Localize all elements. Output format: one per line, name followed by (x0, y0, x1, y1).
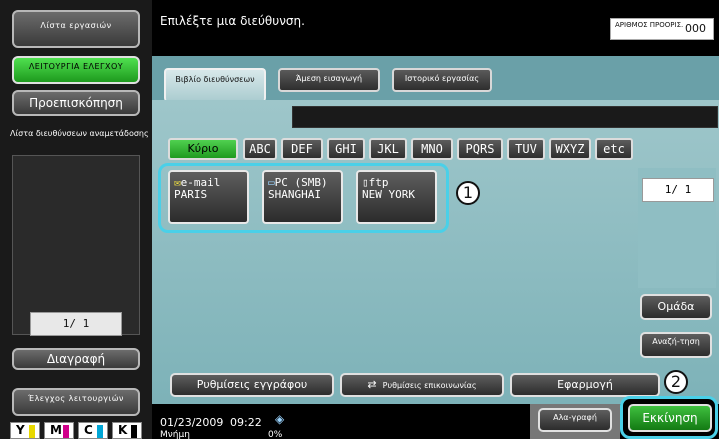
broadcast-list[interactable] (12, 155, 140, 335)
job-list-button[interactable]: Λίστα εργασιών (12, 10, 140, 48)
left-panel: Λίστα εργασιών ΛΕΙΤΟΥΡΓΙΑ ΕΛΕΓΧΟΥ Προεπι… (0, 0, 152, 439)
document-settings-button[interactable]: Ρυθμίσεις εγγράφου (170, 373, 334, 397)
toner-magenta: M (44, 422, 74, 439)
delete-button[interactable]: Διαγραφή (12, 348, 140, 370)
start-button[interactable]: Εκκίνηση (628, 404, 712, 432)
toner-cyan: C (78, 422, 108, 439)
function-check-label: ΛΕΙΤΟΥΡΓΙΑ ΕΛΕΓΧΟΥ (28, 62, 124, 71)
destination-paris[interactable]: ✉e-mail PARIS (168, 170, 249, 224)
apply-button[interactable]: Εφαρμογή (510, 373, 660, 397)
destination-counter-value: 000 (685, 22, 706, 35)
date-display: 01/23/2009 (160, 416, 224, 429)
destination-counter: ΑΡΙΘΜΟΣ ΠΡΟΟΡΙΣ. 000 (610, 18, 714, 40)
index-tab-wxyz[interactable]: WXYZ (549, 138, 591, 160)
search-result-field (292, 106, 718, 128)
index-tab-def[interactable]: DEF (281, 138, 323, 160)
destination-counter-label: ΑΡΙΘΜΟΣ ΠΡΟΟΡΙΣ. (615, 21, 684, 29)
check-settings-label: Έλεγχος λειτουργιών (28, 394, 124, 403)
index-tab-tuv[interactable]: TUV (507, 138, 545, 160)
index-tab-jkl[interactable]: JKL (369, 138, 407, 160)
destination-shanghai[interactable]: ▭PC (SMB) SHANGHAI (262, 170, 343, 224)
toner-yellow: Y (10, 422, 40, 439)
group-button[interactable]: Ομάδα (640, 294, 712, 320)
check-settings-button[interactable]: Έλεγχος λειτουργιών (12, 388, 140, 416)
preview-label: Προεπισκόπηση (29, 96, 123, 110)
callout-1: 1 (456, 181, 480, 205)
function-check-button[interactable]: ΛΕΙΤΟΥΡΓΙΑ ΕΛΕΓΧΟΥ (12, 56, 140, 84)
delete-label: Διαγραφή (46, 352, 106, 366)
index-tab-mno[interactable]: MNO (411, 138, 453, 160)
tab-job-history[interactable]: Ιστορικό εργασίας (392, 68, 492, 92)
toner-black: K (112, 422, 142, 439)
broadcast-list-heading: Λίστα διευθύνσεων αναμετάδοσης (10, 129, 149, 138)
callout-2: 2 (664, 370, 688, 394)
tab-direct-input[interactable]: Άμεση εισαγωγή (278, 68, 380, 92)
index-tab-etc[interactable]: etc (595, 138, 633, 160)
instruction-message: Επιλέξτε μια διεύθυνση. (160, 14, 305, 28)
scan-button[interactable]: Αλα-γραφή (538, 408, 612, 432)
index-tab-ghi[interactable]: GHI (327, 138, 365, 160)
index-tab-pqrs[interactable]: PQRS (457, 138, 503, 160)
index-tab-main[interactable]: Κύριο (168, 138, 238, 160)
tab-address-book[interactable]: Βιβλίο διευθύνσεων (164, 68, 266, 102)
index-tab-abc[interactable]: ABC (243, 138, 277, 160)
preview-button[interactable]: Προεπισκόπηση (12, 90, 140, 116)
destination-new-york[interactable]: ▯ftp NEW YORK (356, 170, 437, 224)
broadcast-page-indicator: 1/ 1 (30, 312, 122, 336)
job-list-label: Λίστα εργασιών (40, 21, 112, 30)
time-display: 09:22 (230, 416, 262, 429)
communication-icon: ⇄ (367, 378, 377, 391)
search-button[interactable]: Αναζή-τηση (640, 332, 712, 358)
communication-settings-button[interactable]: ⇄ Ρυθμίσεις επικοινωνίας (340, 373, 504, 397)
network-icon: ◈ (275, 412, 285, 426)
page-indicator: 1/ 1 (642, 178, 714, 202)
